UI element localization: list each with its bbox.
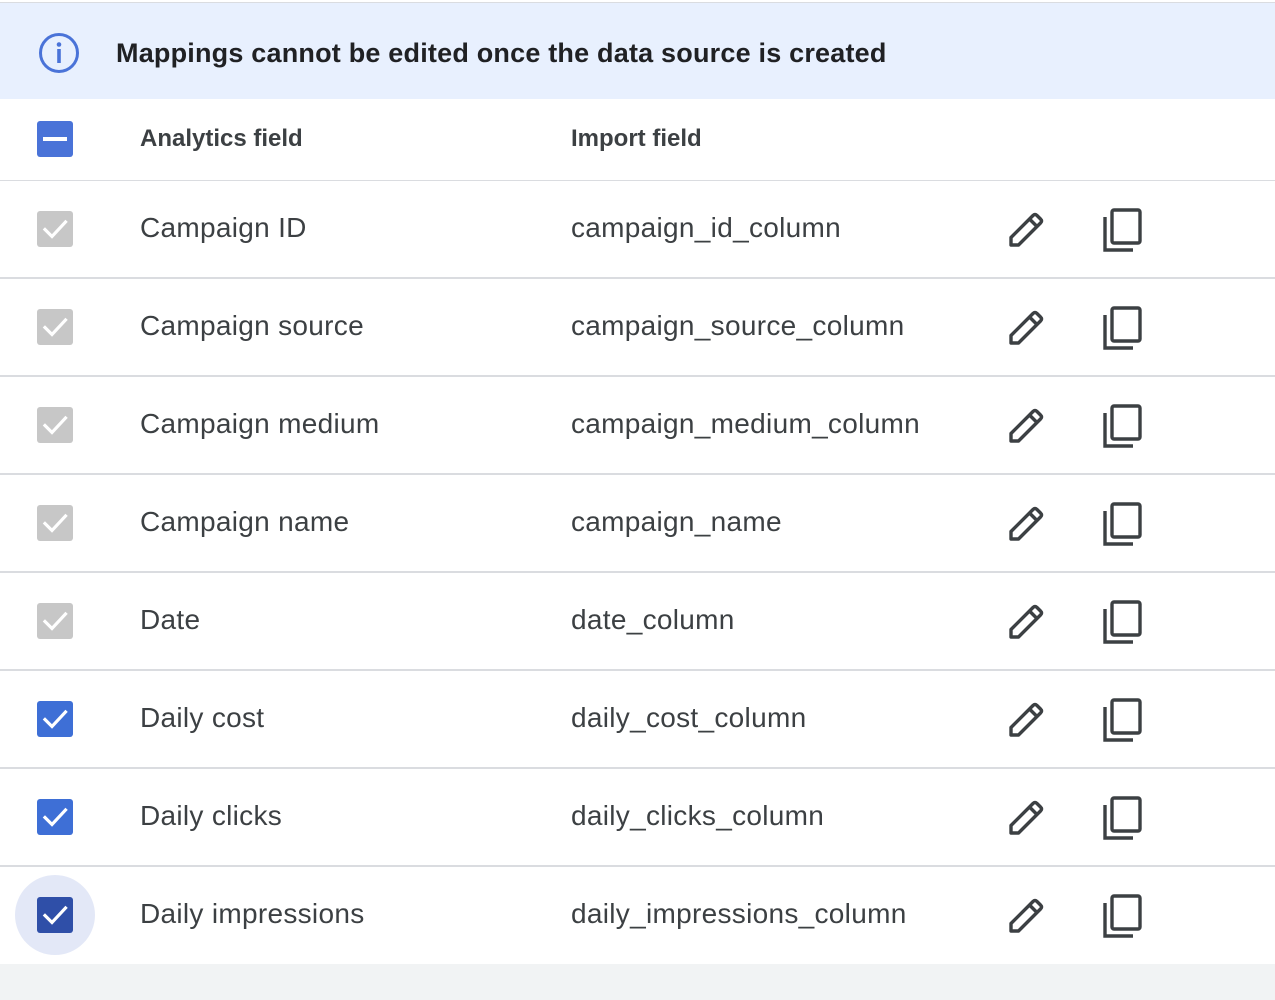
analytics-field-cell: Date (140, 604, 201, 635)
import-field-cell: date_column (571, 604, 735, 635)
row-checkbox[interactable] (37, 701, 73, 737)
table-row: Daily impressions daily_impressions_colum… (0, 867, 1275, 963)
pencil-icon[interactable] (1006, 406, 1046, 446)
copy-icon[interactable] (1101, 795, 1143, 841)
analytics-field-cell: Campaign name (140, 506, 350, 537)
analytics-field-cell: Campaign ID (140, 212, 307, 243)
pencil-icon[interactable] (1006, 210, 1046, 250)
copy-icon[interactable] (1101, 207, 1143, 253)
pencil-icon[interactable] (1006, 602, 1046, 642)
checkmark-icon (42, 905, 68, 925)
table-row: Campaign medium campaign_medium_column (0, 377, 1275, 475)
import-field-cell: campaign_name (571, 506, 782, 537)
column-header-analytics-field[interactable]: Analytics field (140, 125, 303, 153)
mapping-panel: Mappings cannot be edited once the data … (0, 0, 1275, 964)
copy-icon[interactable] (1101, 893, 1143, 939)
checkmark-icon (42, 709, 68, 729)
pencil-icon[interactable] (1006, 504, 1046, 544)
copy-icon[interactable] (1101, 305, 1143, 351)
import-field-cell: campaign_medium_column (571, 408, 920, 439)
import-field-cell: daily_clicks_column (571, 800, 825, 831)
table-header: Analytics field Import field (0, 99, 1275, 182)
row-checkbox[interactable] (37, 897, 73, 933)
import-field-cell: daily_impressions_column (571, 898, 907, 929)
import-field-cell: daily_cost_column (571, 702, 807, 733)
row-checkbox (37, 505, 73, 541)
pencil-icon[interactable] (1006, 700, 1046, 740)
pencil-icon[interactable] (1006, 798, 1046, 838)
checkmark-icon (42, 317, 68, 337)
import-field-cell: campaign_id_column (571, 212, 842, 243)
row-checkbox (37, 603, 73, 639)
table-row: Daily cost daily_cost_column (0, 671, 1275, 769)
checkmark-icon (42, 219, 68, 239)
table-row: Daily clicks daily_clicks_column (0, 769, 1275, 867)
copy-icon[interactable] (1101, 599, 1143, 645)
analytics-field-cell: Daily clicks (140, 800, 283, 831)
analytics-field-cell: Campaign medium (140, 408, 380, 439)
checkmark-icon (42, 513, 68, 533)
info-icon (39, 33, 79, 73)
checkmark-icon (42, 611, 68, 631)
analytics-field-cell: Daily impressions (140, 898, 365, 929)
checkmark-icon (42, 807, 68, 827)
copy-icon[interactable] (1101, 697, 1143, 743)
pencil-icon[interactable] (1006, 896, 1046, 936)
select-all-checkbox[interactable] (37, 121, 73, 157)
row-checkbox (37, 211, 73, 247)
analytics-field-cell: Campaign source (140, 310, 364, 341)
import-field-cell: campaign_source_column (571, 310, 905, 341)
pencil-icon[interactable] (1006, 308, 1046, 348)
table-row: Campaign source campaign_source_column (0, 279, 1275, 377)
row-checkbox (37, 309, 73, 345)
row-checkbox (37, 407, 73, 443)
checkmark-icon (42, 415, 68, 435)
table-row: Date date_column (0, 573, 1275, 671)
table-row: Campaign ID campaign_id_column (0, 181, 1275, 279)
page: Mappings cannot be edited once the data … (0, 0, 1275, 1000)
copy-icon[interactable] (1101, 403, 1143, 449)
minus-icon (43, 137, 67, 141)
banner-message: Mappings cannot be edited once the data … (116, 38, 887, 68)
info-banner: Mappings cannot be edited once the data … (0, 2, 1275, 100)
row-checkbox[interactable] (37, 799, 73, 835)
analytics-field-cell: Daily cost (140, 702, 265, 733)
table-row: Campaign name campaign_name (0, 475, 1275, 573)
column-header-import-field[interactable]: Import field (571, 125, 702, 153)
copy-icon[interactable] (1101, 501, 1143, 547)
